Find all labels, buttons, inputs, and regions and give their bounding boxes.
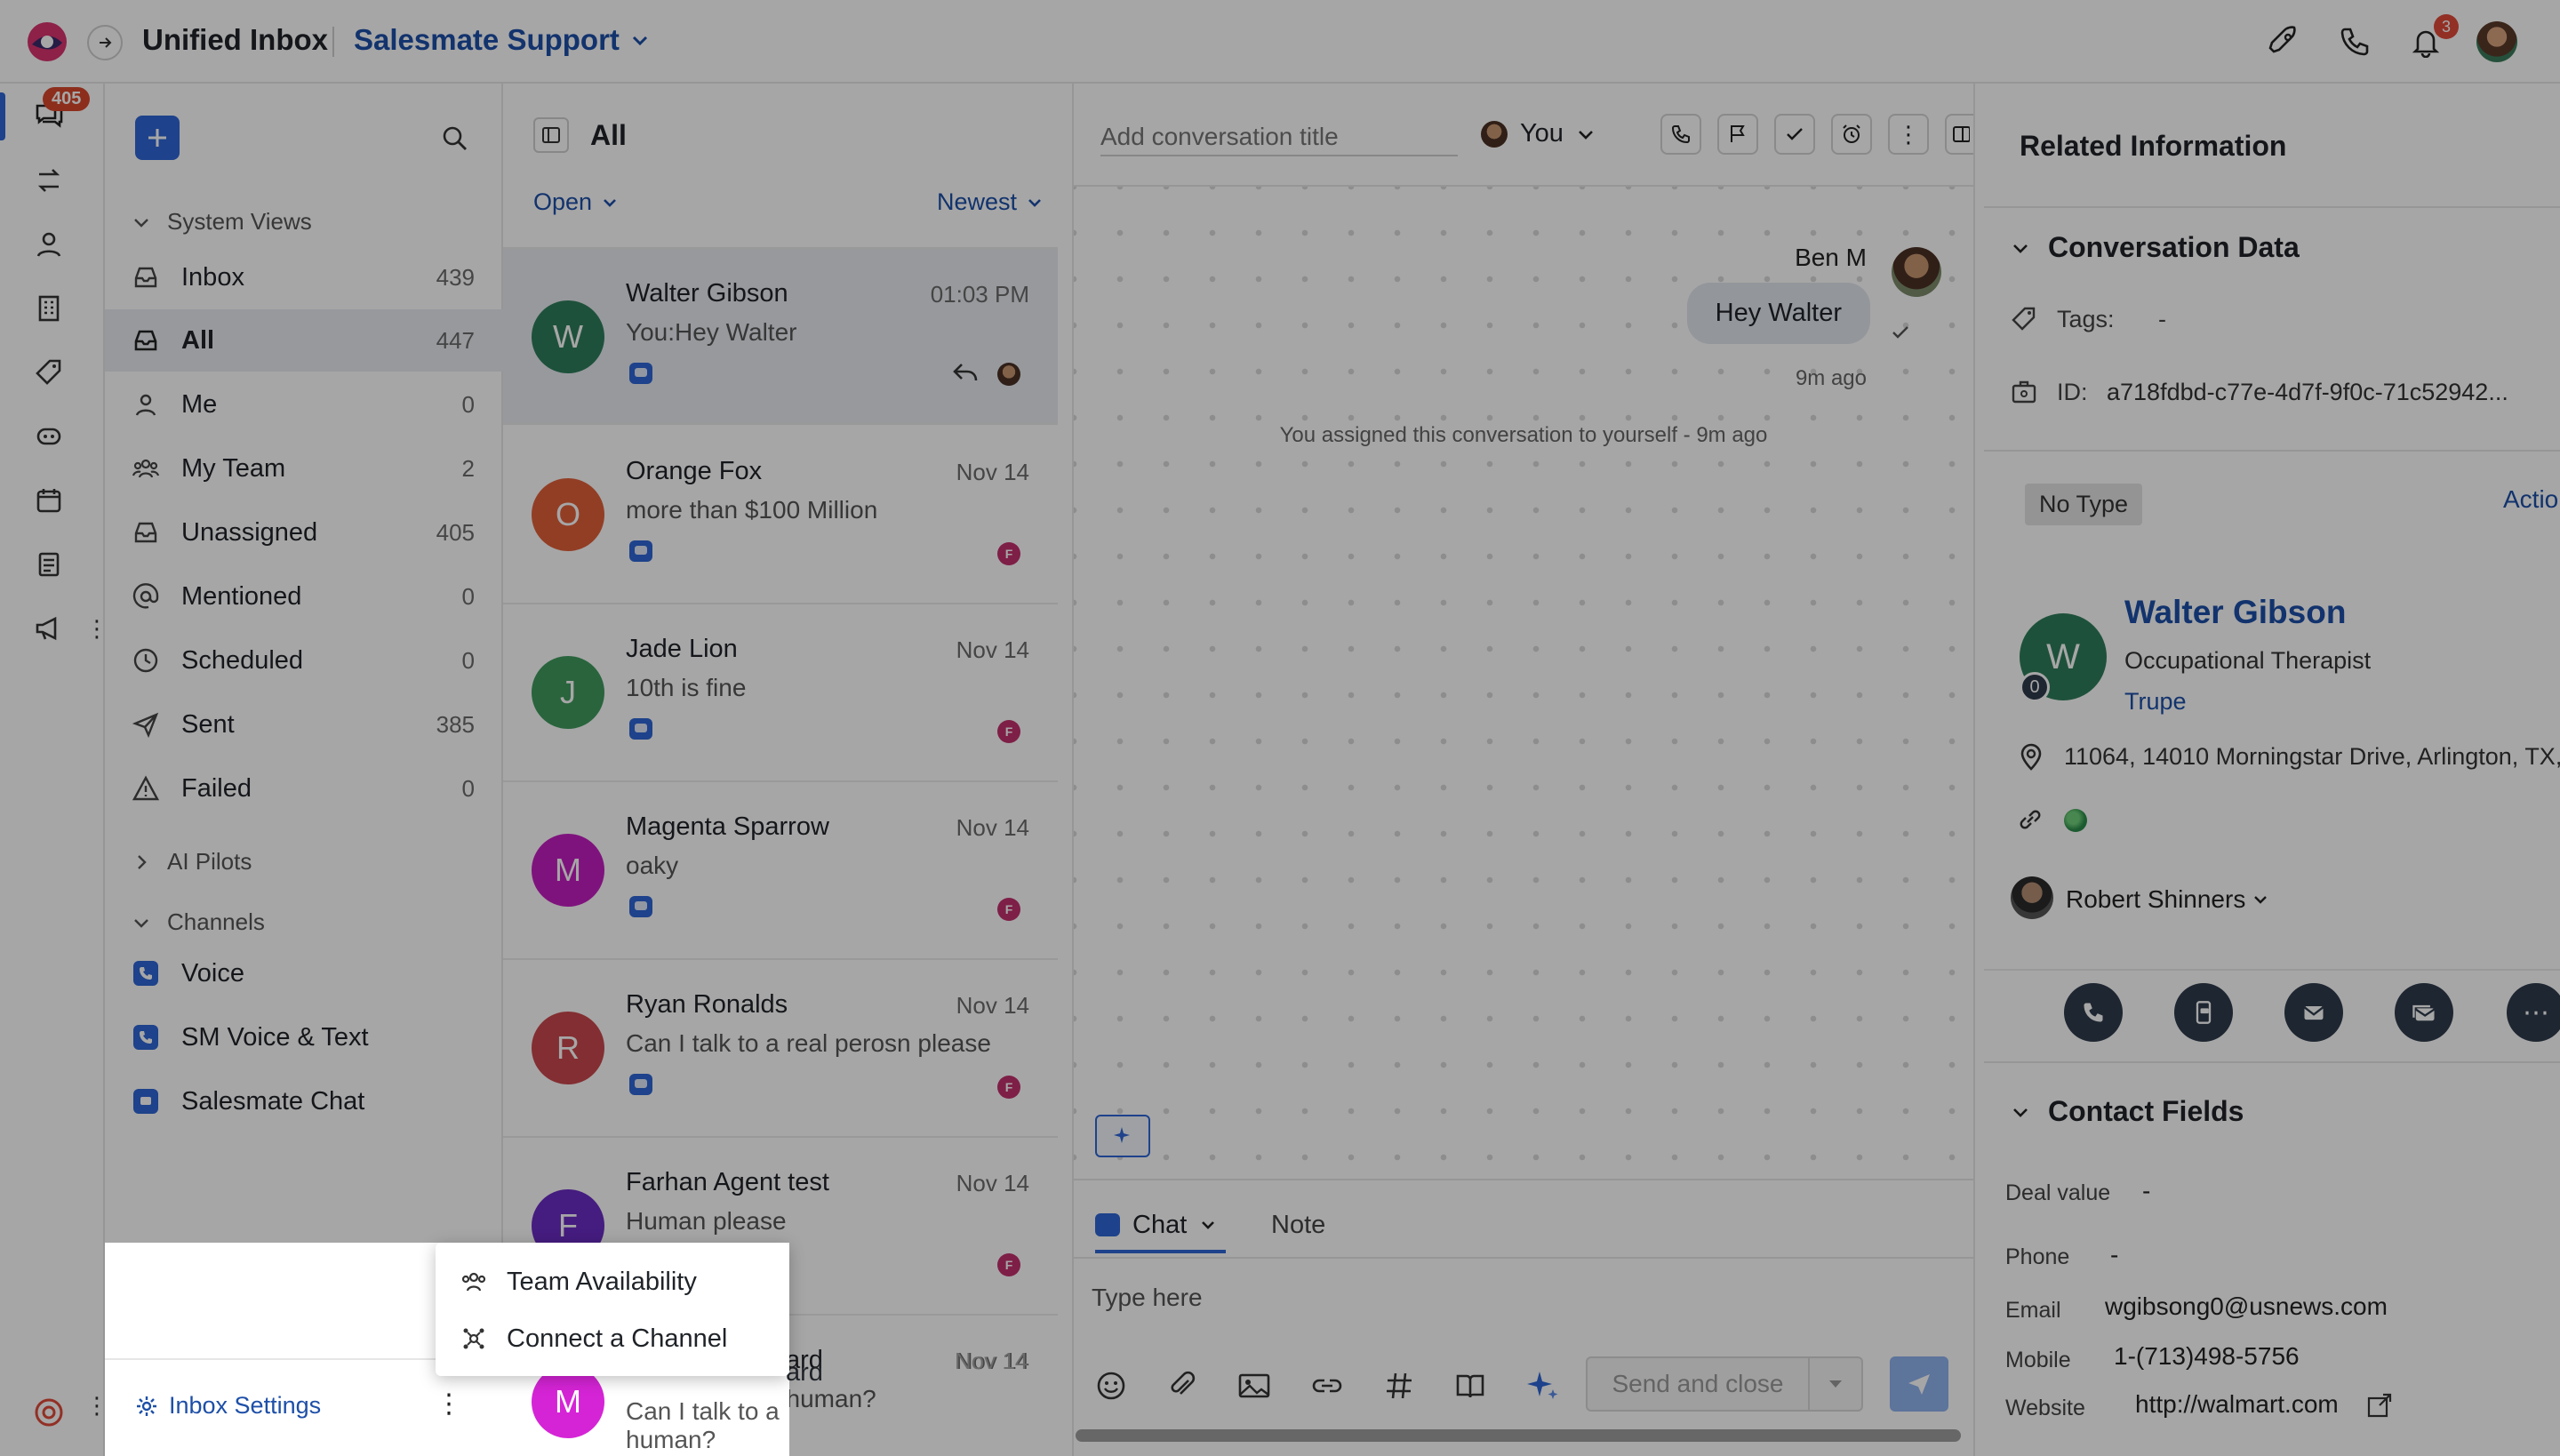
inbox-settings-label: Inbox Settings (169, 1392, 322, 1419)
connect-nodes-icon (463, 1328, 484, 1349)
menu-item-label: Team Availability (507, 1267, 697, 1296)
gear-icon (137, 1396, 156, 1416)
conversation-avatar-peek: M (532, 1365, 604, 1438)
settings-popup-menu: Team Availability Connect a Channel (436, 1243, 789, 1376)
conversation-msg-peek: Can I talk to a human? (626, 1397, 780, 1453)
menu-item-team-availability[interactable]: Team Availability (460, 1255, 780, 1308)
dim-overlay-right[interactable] (789, 1243, 2560, 1456)
menu-item-connect-channel[interactable]: Connect a Channel (460, 1312, 780, 1365)
team-icon (461, 1272, 486, 1292)
conversation-name-peek: ard (786, 1358, 823, 1387)
dim-overlay[interactable] (0, 0, 2560, 1243)
inbox-settings-link[interactable]: Inbox Settings (135, 1392, 321, 1420)
conv-time-peek: Nov 14 (955, 1348, 1028, 1374)
settings-more-button[interactable]: ⋮ (436, 1388, 462, 1420)
dim-overlay-left[interactable] (0, 1243, 105, 1456)
app-window: Unified Inbox Salesmate Support 3 405 ⋮ … (0, 0, 2560, 1456)
menu-item-label: Connect a Channel (507, 1324, 728, 1353)
